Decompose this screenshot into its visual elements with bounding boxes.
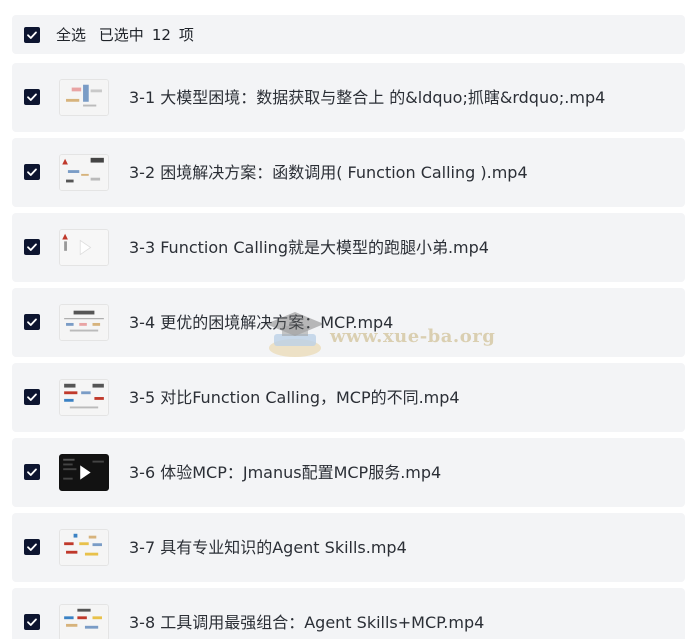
file-title[interactable]: 3-4 更优的困境解决方案：MCP.mp4: [129, 288, 393, 357]
file-row[interactable]: 3-8 工具调用最强组合：Agent Skills+MCP.mp4: [12, 588, 685, 639]
select-all-checkbox[interactable]: [24, 26, 40, 43]
row-checkbox[interactable]: [24, 389, 40, 405]
slide-thumbnail-icon: [59, 154, 109, 191]
checkmark-icon: [27, 243, 37, 251]
checkmark-icon: [27, 543, 37, 551]
checkmark-icon: [27, 618, 37, 626]
selected-prefix: 已选中: [98, 26, 144, 44]
slide-thumbnail-icon: [59, 379, 109, 416]
checkmark-icon: [27, 168, 37, 176]
slide-thumbnail-icon: [59, 529, 109, 566]
row-checkbox[interactable]: [24, 164, 40, 180]
checkmark-icon: [27, 31, 37, 39]
file-title[interactable]: 3-2 困境解决方案：函数调用( Function Calling ).mp4: [129, 138, 528, 207]
file-title[interactable]: 3-7 具有专业知识的Agent Skills.mp4: [129, 513, 407, 582]
row-checkbox[interactable]: [24, 239, 40, 255]
selection-summary: 全选 已选中 12 项: [56, 24, 202, 45]
checkmark-icon: [27, 318, 37, 326]
play-thumbnail-icon: [59, 229, 109, 266]
checkmark-icon: [27, 468, 37, 476]
file-title[interactable]: 3-8 工具调用最强组合：Agent Skills+MCP.mp4: [129, 588, 484, 639]
select-all-label[interactable]: 全选: [56, 26, 86, 44]
play-thumbnail-icon: [59, 454, 109, 491]
file-row[interactable]: 3-5 对比Function Calling，MCP的不同.mp4: [12, 363, 685, 432]
selected-suffix: 项: [178, 26, 194, 44]
file-row[interactable]: 3-6 体验MCP：Jmanus配置MCP服务.mp4: [12, 438, 685, 507]
file-row[interactable]: 3-2 困境解决方案：函数调用( Function Calling ).mp4: [12, 138, 685, 207]
row-checkbox[interactable]: [24, 464, 40, 480]
file-title[interactable]: 3-6 体验MCP：Jmanus配置MCP服务.mp4: [129, 438, 441, 507]
file-title[interactable]: 3-5 对比Function Calling，MCP的不同.mp4: [129, 363, 460, 432]
file-title[interactable]: 3-3 Function Calling就是大模型的跑腿小弟.mp4: [129, 213, 489, 282]
file-list-page: 全选 已选中 12 项 3-1 大模型困境：数据获取与整合上 的&ldquo;抓瞎&…: [0, 0, 685, 639]
file-row[interactable]: 3-7 具有专业知识的Agent Skills.mp4: [12, 513, 685, 582]
selected-count: 12: [151, 26, 171, 44]
slide-thumbnail-icon: [59, 79, 109, 116]
row-checkbox[interactable]: [24, 314, 40, 330]
row-checkbox[interactable]: [24, 614, 40, 630]
slide-thumbnail-icon: [59, 604, 109, 639]
file-row[interactable]: 3-1 大模型困境：数据获取与整合上 的&ldquo;抓瞎&rdquo;.mp4: [12, 63, 685, 132]
row-checkbox[interactable]: [24, 89, 40, 105]
select-all-bar: 全选 已选中 12 项: [12, 15, 685, 54]
file-row[interactable]: 3-4 更优的困境解决方案：MCP.mp4: [12, 288, 685, 357]
checkmark-icon: [27, 393, 37, 401]
file-title[interactable]: 3-1 大模型困境：数据获取与整合上 的&ldquo;抓瞎&rdquo;.mp4: [129, 63, 605, 132]
checkmark-icon: [27, 93, 37, 101]
file-row[interactable]: 3-3 Function Calling就是大模型的跑腿小弟.mp4: [12, 213, 685, 282]
row-checkbox[interactable]: [24, 539, 40, 555]
slide-thumbnail-icon: [59, 304, 109, 341]
